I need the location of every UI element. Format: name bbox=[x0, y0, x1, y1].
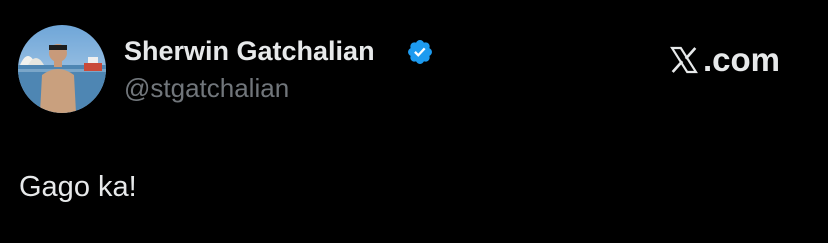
verified-badge-icon bbox=[408, 40, 432, 64]
brand-watermark: .com bbox=[668, 40, 780, 80]
author-display-name[interactable]: Sherwin Gatchalian bbox=[124, 34, 375, 68]
author-handle[interactable]: @stgatchalian bbox=[124, 72, 289, 104]
avatar-photo bbox=[18, 25, 106, 113]
avatar[interactable] bbox=[18, 25, 106, 113]
x-logo-icon bbox=[670, 46, 698, 74]
tweet-text: Gago ka! bbox=[19, 171, 137, 203]
brand-domain-suffix: .com bbox=[703, 41, 781, 78]
